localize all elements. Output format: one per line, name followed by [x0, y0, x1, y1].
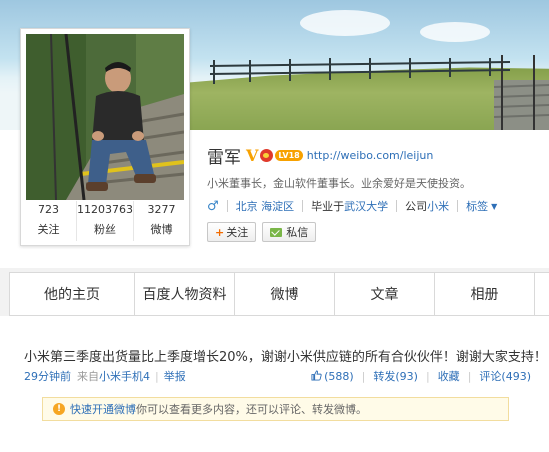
- weibo-post: 小米第三季度出货量比上季度增长20%，谢谢小米供应链的所有合伙伙伴！谢谢大家支持…: [0, 316, 549, 452]
- post-source-link[interactable]: 小米手机4: [99, 368, 150, 384]
- profile-meta-row: ♂ 北京 海淀区 毕业于 武汉大学 公司 小米 标签 ▼: [207, 198, 497, 214]
- fence-decoration: [210, 58, 510, 84]
- report-link[interactable]: 举报: [164, 368, 186, 384]
- post-meta: 29分钟前 来自 小米手机4 | 举报 (588) | 转发(93) | 收藏 …: [24, 368, 531, 384]
- stat-following[interactable]: 723 关注: [21, 201, 77, 241]
- chevron-down-icon[interactable]: ▼: [491, 202, 497, 211]
- warning-icon: !: [53, 403, 65, 415]
- male-gender-icon: ♂: [207, 198, 219, 214]
- follow-button[interactable]: + 关注: [207, 222, 257, 242]
- post-source-prefix: 来自: [77, 370, 99, 383]
- stat-followers-count: 11203763: [77, 203, 133, 216]
- profile-stats: 723 关注 11203763 粉丝 3277 微博: [21, 201, 189, 241]
- weibo-member-icon[interactable]: [260, 148, 274, 162]
- school-prefix: 毕业于: [311, 200, 345, 213]
- login-notice: ! 快速开通微博 你可以查看更多内容，还可以评论、转发微博。: [42, 397, 509, 421]
- message-icon: [270, 227, 283, 237]
- company-prefix: 公司: [405, 200, 428, 213]
- stat-followers[interactable]: 11203763 粉丝: [77, 201, 134, 241]
- divider: [226, 200, 228, 212]
- divider: [396, 200, 398, 212]
- post-time-link[interactable]: 29分钟前: [24, 368, 71, 384]
- stat-following-count: 723: [38, 203, 59, 216]
- stairs-decoration: [494, 55, 549, 130]
- notice-text: 你可以查看更多内容，还可以评论、转发微博。: [136, 403, 367, 416]
- divider: |: [425, 369, 430, 383]
- message-button[interactable]: 私信: [262, 222, 317, 242]
- stat-posts-label: 微博: [150, 223, 173, 236]
- stat-posts-count: 3277: [147, 203, 176, 216]
- stat-posts[interactable]: 3277 微博: [134, 201, 189, 241]
- tab-album[interactable]: 相册: [435, 273, 535, 315]
- profile-name[interactable]: 雷军: [207, 143, 241, 168]
- tab-baidu-profile[interactable]: 百度人物资料: [135, 273, 235, 315]
- thumbs-up-icon: [311, 369, 322, 381]
- avatar-card: 723 关注 11203763 粉丝 3277 微博: [20, 28, 190, 246]
- verified-v-icon[interactable]: V: [246, 146, 258, 165]
- post-text: 小米第三季度出货量比上季度增长20%，谢谢小米供应链的所有合伙伙伴！谢谢大家支持…: [24, 350, 547, 365]
- profile-actions: + 关注 私信: [207, 222, 322, 242]
- tags-link[interactable]: 标签: [466, 198, 488, 214]
- favorite-link[interactable]: 收藏: [438, 368, 460, 384]
- stat-followers-label: 粉丝: [94, 223, 116, 236]
- company-link[interactable]: 小米: [427, 198, 449, 214]
- open-weibo-link[interactable]: 快速开通微博: [70, 401, 136, 417]
- profile-tabs-area: 他的主页 百度人物资料 微博 文章 相册: [0, 268, 549, 316]
- tab-weibo[interactable]: 微博: [235, 273, 335, 315]
- divider: [457, 200, 459, 212]
- comment-link[interactable]: 评论(493): [479, 368, 531, 384]
- avatar[interactable]: [26, 34, 184, 200]
- profile-name-row: 雷军 V LV18 http://weibo.com/leijun: [207, 143, 434, 168]
- divider: [302, 200, 304, 212]
- profile-tab-bar: 他的主页 百度人物资料 微博 文章 相册: [9, 272, 549, 316]
- post-actions: (588) | 转发(93) | 收藏 | 评论(493): [311, 368, 531, 384]
- forward-link[interactable]: 转发(93): [373, 368, 418, 384]
- tab-articles[interactable]: 文章: [335, 273, 435, 315]
- divider: |: [467, 369, 472, 383]
- plus-icon: +: [215, 225, 225, 239]
- profile-home-url[interactable]: http://weibo.com/leijun: [307, 149, 434, 162]
- divider: |: [155, 369, 159, 383]
- divider: |: [361, 369, 366, 383]
- level-badge[interactable]: LV18: [275, 149, 303, 161]
- school-link[interactable]: 武汉大学: [344, 198, 388, 214]
- message-label: 私信: [286, 226, 309, 239]
- tab-home[interactable]: 他的主页: [10, 273, 135, 315]
- stat-following-label: 关注: [37, 223, 60, 236]
- like-button[interactable]: (588): [311, 370, 354, 383]
- follow-label: 关注: [226, 226, 249, 239]
- profile-bio: 小米董事长，金山软件董事长。业余爱好是天使投资。: [207, 177, 471, 190]
- location-link[interactable]: 北京 海淀区: [236, 198, 295, 214]
- like-count: (588): [324, 369, 354, 383]
